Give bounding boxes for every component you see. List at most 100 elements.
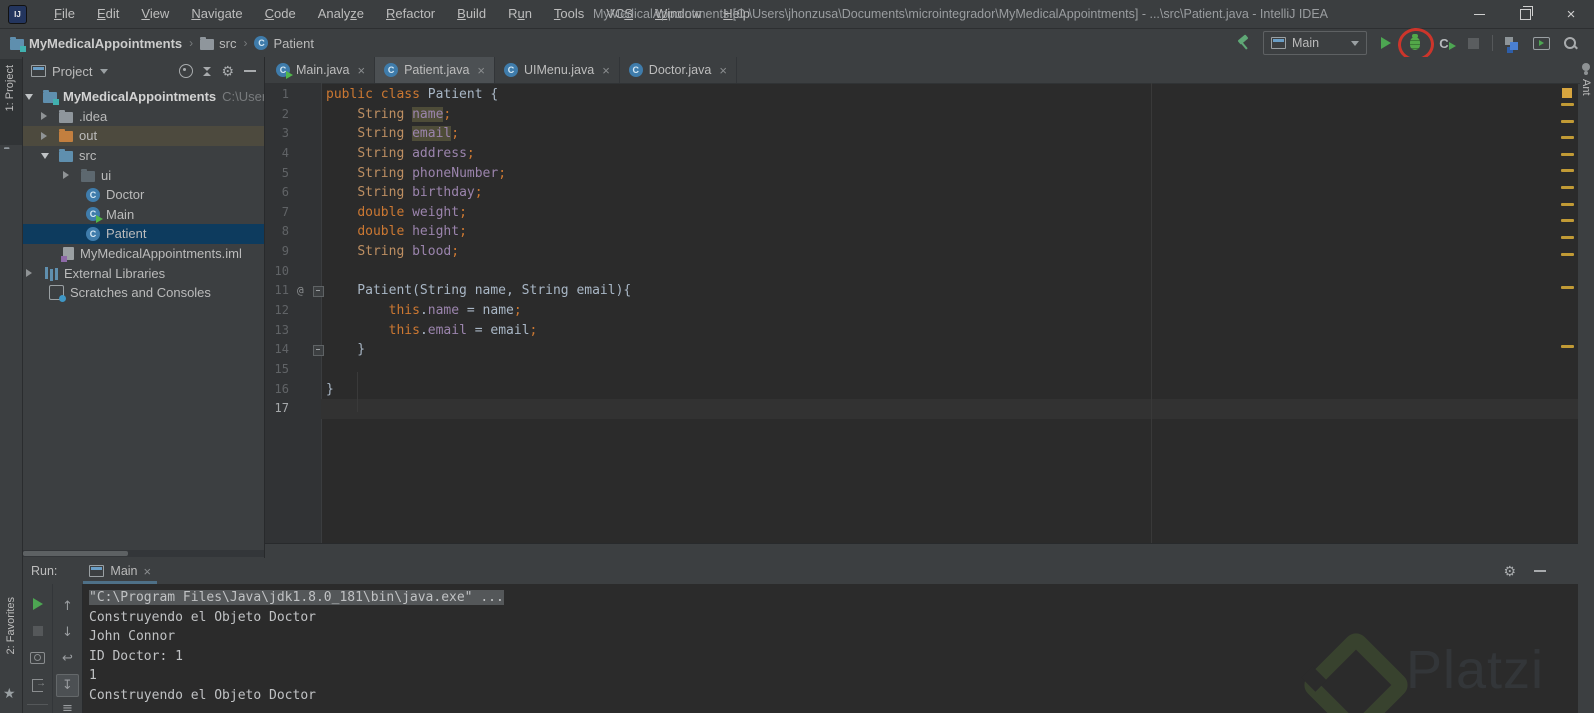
warning-stripe-mark[interactable] [1561,136,1574,139]
line-number: 16 [274,381,289,396]
warning-stripe-square[interactable] [1562,88,1572,98]
hide-panel-icon[interactable] [1534,570,1546,572]
menu-file[interactable]: File [43,0,86,28]
editor-tab-patient-java[interactable]: C Patient.java × [375,57,496,83]
stop-button[interactable] [1463,33,1483,53]
warning-stripe-mark[interactable] [1561,219,1574,222]
project-panel-tools: ⚙ [179,64,264,78]
tree-item-mymedicalappointments[interactable]: MyMedicalAppointments C:\Users\jho [23,87,264,107]
ant-icon [1582,63,1590,71]
project-panel-title[interactable]: Project [52,64,92,79]
menu-run[interactable]: Run [497,0,543,28]
warning-stripe-mark[interactable] [1561,103,1574,106]
breadcrumb-item[interactable]: C Patient [254,36,314,51]
fold-marker-icon[interactable] [313,286,324,298]
menu-code[interactable]: Code [254,0,307,28]
menu-view[interactable]: View [130,0,180,28]
gear-icon[interactable]: ⚙ [1503,564,1516,578]
tree-item-ui[interactable]: ui [23,165,264,185]
restore-layout-button[interactable] [23,678,52,692]
soft-wrap-button[interactable]: ↩ [53,652,82,665]
editor-tab-main-java[interactable]: C Main.java × [267,57,376,83]
gear-icon[interactable]: ⚙ [221,64,234,78]
warning-stripe-mark[interactable] [1561,286,1574,289]
editor-area[interactable]: C Main.java × C Patient.java × C UIMenu.java × C D… [265,57,1580,558]
collapse-arrow-icon [63,171,69,180]
star-icon[interactable]: ★ [3,685,16,702]
ant-tool-tab-label[interactable]: Ant [1580,79,1592,96]
right-margin-guide [1151,83,1152,544]
editor-tab-doctor-java[interactable]: C Doctor.java × [620,57,737,83]
breadcrumb-item[interactable]: src [200,36,236,51]
run-configuration-select[interactable]: Main [1263,31,1367,55]
run-with-coverage-button[interactable]: C [1434,33,1457,53]
menu-build[interactable]: Build [446,0,497,28]
down-stacktrace-button[interactable]: ↓ [53,626,82,639]
locate-file-icon[interactable] [179,64,194,78]
close-icon[interactable]: × [602,63,610,78]
tree-item-external-libraries[interactable]: External Libraries [23,263,264,283]
editor-tab-uimenu-java[interactable]: C UIMenu.java × [495,57,620,83]
stop-icon [1467,37,1479,49]
menu-refactor[interactable]: Refactor [375,0,446,28]
code-line-17: 17 [265,399,1578,419]
build-project-button[interactable] [1234,33,1254,53]
code-line-8: 8 double height; [265,222,1578,242]
run-anything-button[interactable] [1531,33,1551,53]
tree-item-doctor[interactable]: C Doctor [23,185,264,205]
restore-button[interactable] [1502,0,1548,28]
run-button[interactable] [1376,33,1396,53]
close-icon[interactable]: × [358,63,366,78]
run-tab-main[interactable]: Main × [81,558,159,584]
scrollbar-thumb[interactable] [23,551,128,556]
close-button[interactable]: × [1548,0,1594,28]
up-stacktrace-button[interactable]: ↑ [53,600,82,613]
menu-navigate[interactable]: Navigate [180,0,253,28]
screenshot-button[interactable] [23,652,52,664]
scroll-to-end-button[interactable]: ↧ [53,674,82,697]
project-tool-tab-label[interactable]: 1: Project [4,65,16,111]
clear-all-button[interactable]: ≡ [53,702,82,713]
warning-stripe-mark[interactable] [1561,120,1574,123]
menu-analyze[interactable]: Analyze [307,0,375,28]
hide-panel-icon[interactable] [244,70,256,72]
minimize-button[interactable] [1456,0,1502,28]
close-icon[interactable]: × [144,564,152,579]
profiler-button[interactable] [1502,33,1522,53]
close-icon[interactable]: × [477,63,485,78]
search-everywhere-button[interactable] [1560,33,1580,53]
code-line-5: 5 String phoneNumber; [265,164,1578,184]
code-region[interactable]: 1 public class Patient {2 String name; 3 S… [265,85,1578,419]
restore-icon [1519,5,1533,20]
platzi-watermark: Platzi [1302,631,1544,709]
debug-button[interactable] [1396,26,1436,63]
tree-item-out[interactable]: out [23,126,264,146]
warning-stripe-mark[interactable] [1561,203,1574,206]
project-hscrollbar[interactable] [23,550,264,557]
chevron-down-icon[interactable] [100,68,109,74]
menu-edit[interactable]: Edit [86,0,130,28]
warning-stripe-mark[interactable] [1561,153,1574,156]
tree-item--idea[interactable]: .idea [23,107,264,127]
warning-stripe-mark[interactable] [1561,186,1574,189]
warning-stripe-mark[interactable] [1561,236,1574,239]
favorites-tool-tab-label[interactable]: 2: Favorites [5,597,17,654]
menu-tools[interactable]: Tools [543,0,595,28]
tree-item-src[interactable]: src [23,146,264,166]
close-icon[interactable]: × [719,63,727,78]
rerun-button[interactable] [23,598,52,610]
fold-marker-icon[interactable] [313,345,324,357]
tree-item-scratches-and-consoles[interactable]: Scratches and Consoles [23,283,264,303]
tree-item-mymedicalappointments-iml[interactable]: MyMedicalAppointments.iml [23,244,264,264]
collapse-all-icon[interactable] [203,66,212,76]
tree-item-main[interactable]: C Main [23,205,264,225]
tree-item-patient[interactable]: C Patient [23,224,264,244]
breadcrumb-separator: › [189,36,194,50]
stop-button[interactable] [23,626,52,636]
breadcrumb-item[interactable]: MyMedicalAppointments [10,36,182,52]
warning-stripe-mark[interactable] [1561,169,1574,172]
warning-stripe-mark[interactable] [1561,345,1574,348]
warning-stripe-mark[interactable] [1561,253,1574,256]
window-title: MyMedicalAppointments [C:\Users\jhonzusa… [593,7,1329,21]
code-line-2: 2 String name; [265,105,1578,125]
